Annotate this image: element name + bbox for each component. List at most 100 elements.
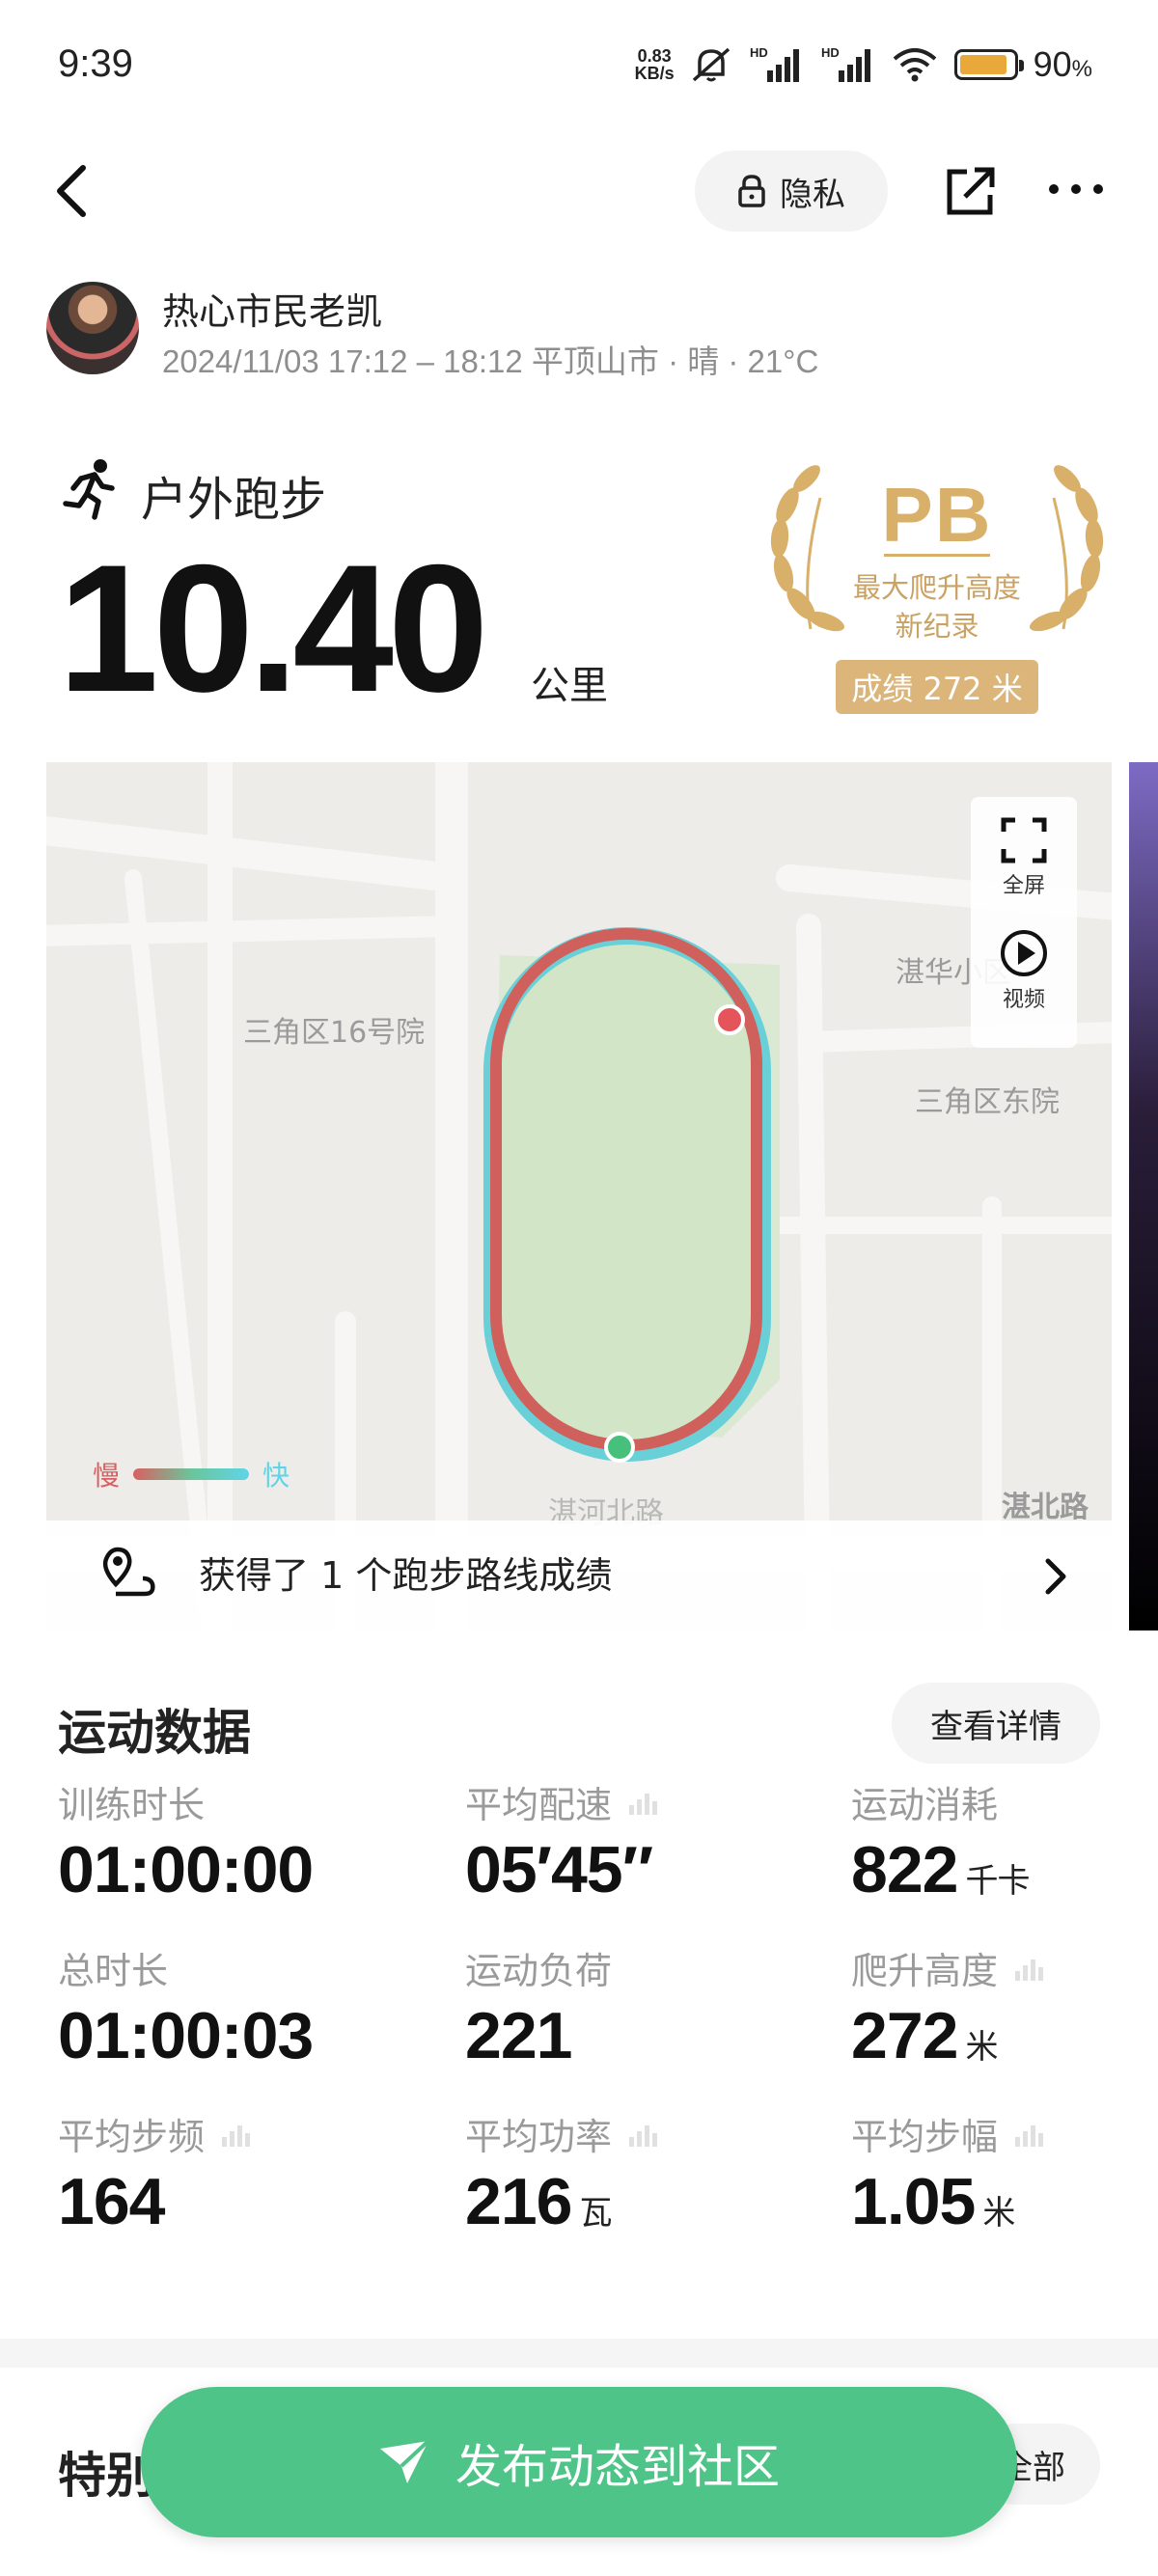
stat-unit: 瓦 <box>579 2194 612 2233</box>
pb-badge[interactable]: PB 最大爬升高度 新纪录 成绩 272 米 <box>762 459 1112 722</box>
privacy-button[interactable]: 隐私 <box>695 151 888 232</box>
trend-chart-icon[interactable] <box>218 2120 255 2149</box>
stat-value: 221 <box>465 1998 612 2073</box>
stat-item: 总时长 01:00:03 <box>58 1941 314 2073</box>
map-place-label: 三角区东院 <box>915 1085 1060 1119</box>
battery-percent: 90% <box>1033 44 1092 84</box>
stat-value-text: 216 <box>465 2165 572 2238</box>
distance-unit: 公里 <box>531 664 608 708</box>
status-icons: 0.83 KB/s HD HD 90% <box>635 44 1092 85</box>
pb-divider <box>884 554 990 557</box>
map-canvas: 湛华小区 三角区16号院 三角区东院 湛河北路 湛北路 <box>46 762 1112 1631</box>
pb-title: PB <box>881 472 993 558</box>
stat-label: 运动负荷 <box>465 1941 612 1994</box>
legend-slow: 慢 <box>93 1460 121 1492</box>
stat-label: 总时长 <box>58 1941 313 1994</box>
pace-legend: 慢 快 <box>93 1455 290 1494</box>
route-achievement-banner[interactable]: 获得了 1 个跑步路线成绩 <box>46 1521 1112 1631</box>
stat-label: 爬升高度 <box>851 1941 1048 1994</box>
section-title-special: 特别 <box>58 2448 154 2504</box>
network-speed-unit: KB/s <box>634 64 675 83</box>
stat-value-text: 822 <box>851 1833 958 1906</box>
stat-value-text: 164 <box>58 2165 165 2238</box>
video-label: 视频 <box>1002 988 1045 1012</box>
distance-value: 10.40 <box>58 527 488 729</box>
network-speed: 0.83 KB/s <box>635 47 675 82</box>
stat-label-text: 爬升高度 <box>851 1950 999 1992</box>
fullscreen-icon <box>1001 817 1047 863</box>
next-map-preview[interactable] <box>1129 762 1158 1631</box>
legend-fast: 快 <box>262 1460 290 1492</box>
stat-item: 平均步频 164 <box>58 2107 255 2239</box>
sport-type: 户外跑步 <box>141 473 327 527</box>
stat-item: 运动消耗 822 千卡 <box>851 1775 1030 1907</box>
stat-label: 平均功率 <box>465 2107 662 2160</box>
back-arrow-icon[interactable] <box>50 162 98 220</box>
status-bar: 9:39 0.83 KB/s HD HD 90% <box>0 0 1158 135</box>
user-name[interactable]: 热心市民老凯 <box>162 282 382 335</box>
battery-icon <box>953 49 1024 80</box>
stat-value: 272 米 <box>851 1998 1048 2073</box>
more-options-icon[interactable] <box>1046 178 1106 201</box>
stat-value: 05′45″ <box>465 1832 662 1907</box>
trend-chart-icon[interactable] <box>625 2120 662 2149</box>
workout-meta: 2024/11/03 17:12 – 18:12 平顶山市 · 晴 · 21°C <box>162 343 819 379</box>
stat-label-text: 运动负荷 <box>465 1950 613 1992</box>
stat-label: 平均步频 <box>58 2107 255 2160</box>
stat-label-text: 平均配速 <box>465 1784 613 1826</box>
bell-muted-icon <box>692 47 730 82</box>
section-divider <box>0 2339 1158 2368</box>
legend-gradient-bar <box>133 1468 250 1480</box>
stat-item: 平均功率 216 瓦 <box>465 2107 662 2239</box>
wifi-icon <box>893 48 936 82</box>
stat-item: 运动负荷 221 <box>465 1941 612 2073</box>
stat-value-text: 01:00:00 <box>58 1833 314 1906</box>
pb-new-record: 新纪录 <box>895 610 979 643</box>
stat-item: 训练时长 01:00:00 <box>58 1775 314 1907</box>
running-icon <box>63 459 115 520</box>
section-title-workout-data: 运动数据 <box>58 1705 251 1761</box>
fullscreen-button[interactable]: 全屏 <box>971 816 1077 899</box>
signal2-label: HD <box>821 45 840 60</box>
battery-fill <box>959 55 1007 74</box>
fullscreen-label: 全屏 <box>1002 874 1045 898</box>
pb-record-type: 最大爬升高度 <box>852 571 1021 604</box>
status-time: 9:39 <box>58 42 133 85</box>
signal1-label: HD <box>750 45 768 60</box>
view-details-button[interactable]: 查看详情 <box>892 1683 1100 1764</box>
stat-value-text: 272 <box>851 1999 958 2072</box>
stat-value: 1.05 米 <box>851 2164 1048 2239</box>
share-icon[interactable] <box>944 164 998 218</box>
network-speed-value: 0.83 <box>637 46 672 66</box>
cellular-signal-1-icon: HD <box>750 45 799 82</box>
privacy-label: 隐私 <box>780 175 845 214</box>
stat-label-text: 平均步幅 <box>851 2116 999 2158</box>
stat-value: 164 <box>58 2164 255 2239</box>
stat-label-text: 训练时长 <box>58 1784 206 1826</box>
chevron-right-icon <box>1045 1558 1066 1595</box>
publish-to-community-button[interactable]: 发布动态到社区 <box>141 2387 1017 2537</box>
trend-chart-icon[interactable] <box>1011 1954 1048 1983</box>
avatar[interactable] <box>46 282 139 374</box>
stat-value: 216 瓦 <box>465 2164 662 2239</box>
lock-icon <box>738 175 765 207</box>
stat-item: 平均步幅 1.05 米 <box>851 2107 1048 2239</box>
route-map[interactable]: 湛华小区 三角区16号院 三角区东院 湛河北路 湛北路 <box>46 762 1112 1631</box>
stat-unit: 米 <box>965 2028 998 2067</box>
trend-chart-icon[interactable] <box>1011 2120 1048 2149</box>
stat-label: 训练时长 <box>58 1775 313 1828</box>
stat-label: 运动消耗 <box>851 1775 1029 1828</box>
trend-chart-icon[interactable] <box>625 1788 662 1817</box>
stat-label-text: 运动消耗 <box>851 1784 999 1826</box>
play-circle-icon <box>1001 930 1047 976</box>
route-achievement-text: 获得了 1 个跑步路线成绩 <box>199 1554 613 1597</box>
video-button[interactable]: 视频 <box>971 928 1077 1013</box>
map-place-label: 湛北路 <box>1002 1491 1089 1524</box>
send-icon <box>379 2439 430 2483</box>
stat-value-text: 221 <box>465 1999 572 2072</box>
map-place-label: 三角区16号院 <box>243 1016 425 1050</box>
stat-label-text: 总时长 <box>58 1950 169 1992</box>
stat-value: 01:00:03 <box>58 1998 314 2073</box>
stat-label: 平均步幅 <box>851 2107 1048 2160</box>
stat-unit: 千卡 <box>965 1862 1030 1901</box>
